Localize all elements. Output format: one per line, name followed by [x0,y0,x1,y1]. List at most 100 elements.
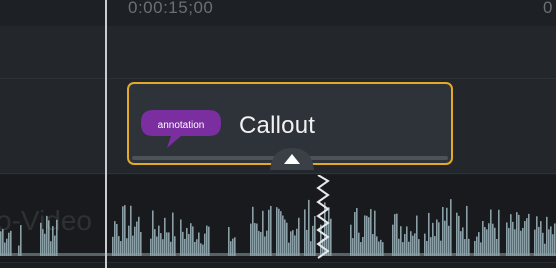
waveform-bar [396,213,398,256]
waveform-bar [256,223,258,256]
annotation-badge: annotation [141,108,221,148]
waveform-bar [542,232,544,256]
waveform-bar [260,232,262,256]
waveform-bar [284,219,286,256]
waveform-bar [276,207,278,256]
waveform-bar [282,215,284,256]
waveform-bar [160,233,162,256]
waveform-bar [428,212,430,256]
waveform-bar [270,205,272,256]
playhead[interactable] [105,0,107,268]
waveform-bar [448,225,450,256]
timeline-bottom-strip [0,263,556,268]
callout-clip[interactable]: annotation Callout [127,82,453,170]
waveform-bar [498,209,500,256]
waveform-bar [552,234,554,256]
waveform-bar [520,230,522,256]
waveform-bar [296,228,298,256]
waveform-bar [412,235,414,256]
waveform-bar [140,232,142,256]
waveform-bar [540,221,542,256]
waveform-bar [512,221,514,256]
waveform-bar [486,229,488,256]
time-ruler[interactable]: 0:00:15;00 0 [0,0,556,26]
waveform-bar [482,220,484,256]
waveform-bar [358,232,360,256]
waveform-bar [518,214,520,256]
waveform-bar [180,219,182,256]
waveform-bar [228,227,230,256]
waveform-bar [400,226,402,256]
waveform-bar [262,210,264,256]
waveform-bar [252,206,254,256]
waveform-bar [366,215,368,256]
waveform-bar [258,230,260,256]
waveform-baseline [0,253,556,256]
track-divider [0,173,556,174]
waveform-bar [192,226,194,256]
waveform-bar [392,224,394,256]
waveform-bar [478,232,480,256]
waveform-bar [538,226,540,256]
triangle-up-icon [270,148,314,170]
waveform-bar [172,212,174,256]
waveform-bar [54,235,56,256]
waveform-bar [168,232,170,256]
waveform-bar [484,227,486,256]
waveform-bar [510,214,512,256]
waveform-bar [152,210,154,256]
waveform-bar [328,207,330,256]
waveform-bar [268,209,270,256]
waveform-bar [370,209,372,256]
track-empty-top[interactable] [0,26,556,80]
waveform-bar [466,205,468,256]
watermark-text: o-Video [0,205,93,236]
waveform-bar [374,210,376,256]
waveform-bar [442,206,444,256]
waveform-bar [446,207,448,256]
waveform-bar [460,231,462,256]
annotation-badge-label: annotation [157,120,205,131]
waveform-bar [298,217,300,256]
waveform-bar [450,199,452,256]
waveform-bar [286,222,288,256]
waveform-bar [506,222,508,256]
waveform-bar [548,229,550,256]
waveform-bar [250,223,252,256]
waveform-bar [190,223,192,256]
waveform-bar [494,227,496,256]
waveform-bar [130,205,132,256]
timeline-canvas: 0:00:15;00 0 annotation Callout o-Video [0,0,556,268]
waveform-bar [116,223,118,256]
waveform-bar [456,212,458,256]
waveform-bar [122,206,124,256]
waveform-bar [522,227,524,256]
waveform-bar [124,205,126,256]
waveform-bar [254,223,256,256]
waveform-bar [114,221,116,256]
waveform-bar [524,221,526,256]
waveform-bar [306,229,308,256]
waveform-bar [208,226,210,256]
waveform-bar [458,215,460,256]
clip-expand-handle[interactable] [270,146,314,170]
waveform-bar [488,223,490,256]
waveform-bar [416,215,418,256]
waveform-bar [508,227,510,256]
waveform-bar [278,208,280,256]
waveform-bar [128,225,130,256]
waveform-bar [528,213,530,256]
waveform-bar [304,209,306,256]
waveform-bar [554,223,556,256]
waveform-bar [462,227,464,256]
waveform-bar [414,233,416,256]
waveform-bar [410,231,412,256]
waveform-bar [364,215,366,256]
waveform-bar [368,217,370,256]
waveform-bar [292,230,294,256]
waveform-bar [526,218,528,256]
waveform-bar [546,216,548,256]
waveform-bar [314,216,316,256]
waveform-bar [394,214,396,256]
waveform-bar [164,217,166,256]
